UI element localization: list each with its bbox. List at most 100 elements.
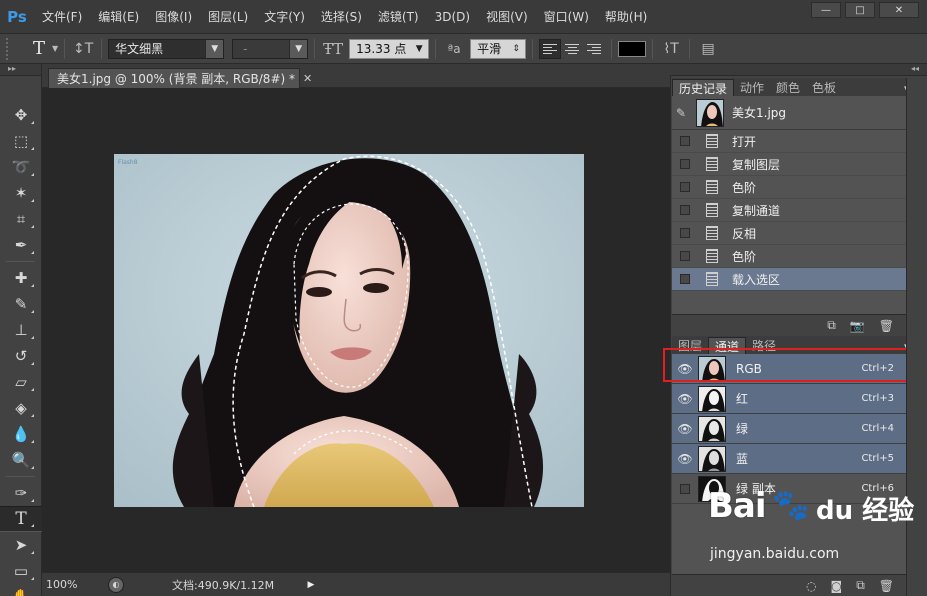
move-tool-icon[interactable]: ✥ <box>0 102 42 128</box>
trash-icon[interactable]: 🗑 <box>879 579 894 593</box>
clone-stamp-tool-icon[interactable]: ⊥ <box>0 317 42 343</box>
brush-tool-icon[interactable]: ✎ <box>0 291 42 317</box>
menu-help[interactable]: 帮助(H) <box>597 8 655 25</box>
menu-filter[interactable]: 滤镜(T) <box>370 8 427 25</box>
options-bar: T ▼ ↕T 华文细黑 ▼ - ▼ ŦT 13.33 点 ▼ ªa 平滑 ⇕ ⌇… <box>0 34 927 64</box>
magic-wand-tool-icon[interactable]: ✶ <box>0 180 42 206</box>
tools-panel-header[interactable]: ▸▸ <box>0 64 41 76</box>
document-image[interactable]: Flash8 <box>114 154 584 507</box>
menu-3d[interactable]: 3D(D) <box>427 10 478 24</box>
menu-edit[interactable]: 编辑(E) <box>90 8 147 25</box>
channel-thumb-image <box>699 386 725 411</box>
menu-view[interactable]: 视图(V) <box>478 8 536 25</box>
history-step[interactable]: 反相 <box>672 222 906 245</box>
history-state-icon <box>706 249 718 263</box>
tab-swatches[interactable]: 色板 <box>806 79 842 97</box>
menu-window[interactable]: 窗口(W) <box>536 8 597 25</box>
tab-history[interactable]: 历史记录 <box>672 79 735 97</box>
menu-select[interactable]: 选择(S) <box>313 8 370 25</box>
history-step[interactable]: 复制通道 <box>672 199 906 222</box>
menu-layer[interactable]: 图层(L) <box>200 8 256 25</box>
tab-actions[interactable]: 动作 <box>734 79 770 97</box>
history-step-checkbox[interactable] <box>680 251 690 261</box>
align-center-button[interactable] <box>561 39 583 59</box>
text-orientation-icon[interactable]: ↕T <box>71 38 95 60</box>
history-state-icon <box>706 157 718 171</box>
history-step-label: 载入选区 <box>732 272 781 287</box>
close-window-button[interactable]: ✕ <box>879 2 919 18</box>
channel-row-green[interactable]: 👁 绿 Ctrl+4 <box>672 414 906 444</box>
pen-tool-icon[interactable]: ✑ <box>0 480 42 506</box>
font-size-select[interactable]: 13.33 点 ▼ <box>349 38 430 59</box>
rectangle-tool-icon[interactable]: ▭ <box>0 558 42 584</box>
dodge-tool-icon[interactable]: 🔍 <box>0 447 42 473</box>
save-selection-as-channel-icon[interactable]: ◙ <box>831 579 843 593</box>
history-brush-tool-icon[interactable]: ↺ <box>0 343 42 369</box>
options-grip[interactable] <box>6 37 18 60</box>
menu-image[interactable]: 图像(I) <box>147 8 200 25</box>
warp-text-icon[interactable]: ⌇T <box>659 38 683 60</box>
tab-color[interactable]: 颜色 <box>770 79 806 97</box>
history-step[interactable]: 色阶 <box>672 176 906 199</box>
history-step[interactable]: 色阶 <box>672 245 906 268</box>
history-step[interactable]: 打开 <box>672 130 906 153</box>
canvas-area[interactable]: Flash8 <box>42 88 670 572</box>
status-menu-arrow-icon[interactable]: ▶ <box>304 577 318 593</box>
align-right-button[interactable] <box>583 39 605 59</box>
history-step-checkbox[interactable] <box>680 182 690 192</box>
history-step-checkbox[interactable] <box>680 136 690 146</box>
type-tool-icon[interactable]: T <box>0 506 42 532</box>
close-icon[interactable]: ✕ <box>303 72 312 85</box>
eye-icon[interactable]: 👁 <box>676 392 694 406</box>
status-bar: 100% ◐ 文档:490.9K/1.12M ▶ <box>42 572 670 596</box>
paint-bucket-tool-icon[interactable]: ◈ <box>0 395 42 421</box>
lasso-tool-icon[interactable]: ➰ <box>0 154 42 180</box>
hand-tool-icon[interactable]: ✋ <box>0 584 42 596</box>
path-selection-tool-icon[interactable]: ➤ <box>0 532 42 558</box>
new-channel-icon[interactable]: ⧉ <box>856 578 865 593</box>
channel-row-red[interactable]: 👁 红 Ctrl+3 <box>672 384 906 414</box>
character-panel-icon[interactable]: ▤ <box>696 38 720 60</box>
visibility-checkbox[interactable] <box>680 483 690 494</box>
history-step[interactable]: 复制图层 <box>672 153 906 176</box>
align-left-button[interactable] <box>539 38 562 59</box>
history-step-label: 色阶 <box>732 249 757 264</box>
trash-icon[interactable]: 🗑 <box>879 319 894 333</box>
antialias-select[interactable]: 平滑 ⇕ <box>470 38 527 59</box>
history-step-selected[interactable]: 载入选区 <box>672 268 906 291</box>
history-brush-source-icon[interactable]: ✎ <box>676 106 696 120</box>
status-preview-icon[interactable]: ◐ <box>108 576 124 593</box>
font-family-select[interactable]: 华文细黑 ▼ <box>108 38 225 59</box>
collapse-panels-icon[interactable]: ◂◂ <box>911 64 919 73</box>
eraser-tool-icon[interactable]: ▱ <box>0 369 42 395</box>
history-step-checkbox[interactable] <box>680 274 690 284</box>
eyedropper-tool-icon[interactable]: ✒ <box>0 232 42 258</box>
load-channel-as-selection-icon[interactable]: ◌ <box>806 579 816 593</box>
channel-row-blue[interactable]: 👁 蓝 Ctrl+5 <box>672 444 906 474</box>
font-style-select[interactable]: - ▼ <box>232 38 309 59</box>
camera-snapshot-icon[interactable]: 📷 <box>850 319 865 333</box>
history-step-checkbox[interactable] <box>680 228 690 238</box>
blur-tool-icon[interactable]: 💧 <box>0 421 42 447</box>
panel-dock-header[interactable]: ◂◂ <box>670 64 927 76</box>
healing-brush-tool-icon[interactable]: ✚ <box>0 265 42 291</box>
tool-preset-arrow-icon[interactable]: ▼ <box>52 44 58 53</box>
crop-tool-icon[interactable]: ⌗ <box>0 206 42 232</box>
menu-type[interactable]: 文字(Y) <box>256 8 313 25</box>
history-snapshot[interactable]: ✎ 美女1.jpg <box>672 96 906 130</box>
annotation-highlight-box <box>663 348 909 382</box>
new-document-from-state-icon[interactable]: ⧉ <box>827 318 836 333</box>
menu-file[interactable]: 文件(F) <box>34 8 90 25</box>
history-step-checkbox[interactable] <box>680 205 690 215</box>
zoom-level[interactable]: 100% <box>42 578 98 591</box>
channel-shortcut: Ctrl+3 <box>861 393 894 404</box>
marquee-tool-icon[interactable]: ⬚ <box>0 128 42 154</box>
history-step-checkbox[interactable] <box>680 159 690 169</box>
eye-icon[interactable]: 👁 <box>676 422 694 436</box>
channels-panel-footer: ◌ ◙ ⧉ 🗑 <box>672 574 906 596</box>
maximize-button[interactable]: □ <box>845 2 875 18</box>
eye-icon[interactable]: 👁 <box>676 452 694 466</box>
text-color-swatch[interactable] <box>618 40 647 57</box>
document-tab[interactable]: 美女1.jpg @ 100% (背景 副本, RGB/8#) * ✕ <box>48 68 312 88</box>
minimize-button[interactable]: — <box>811 2 841 18</box>
